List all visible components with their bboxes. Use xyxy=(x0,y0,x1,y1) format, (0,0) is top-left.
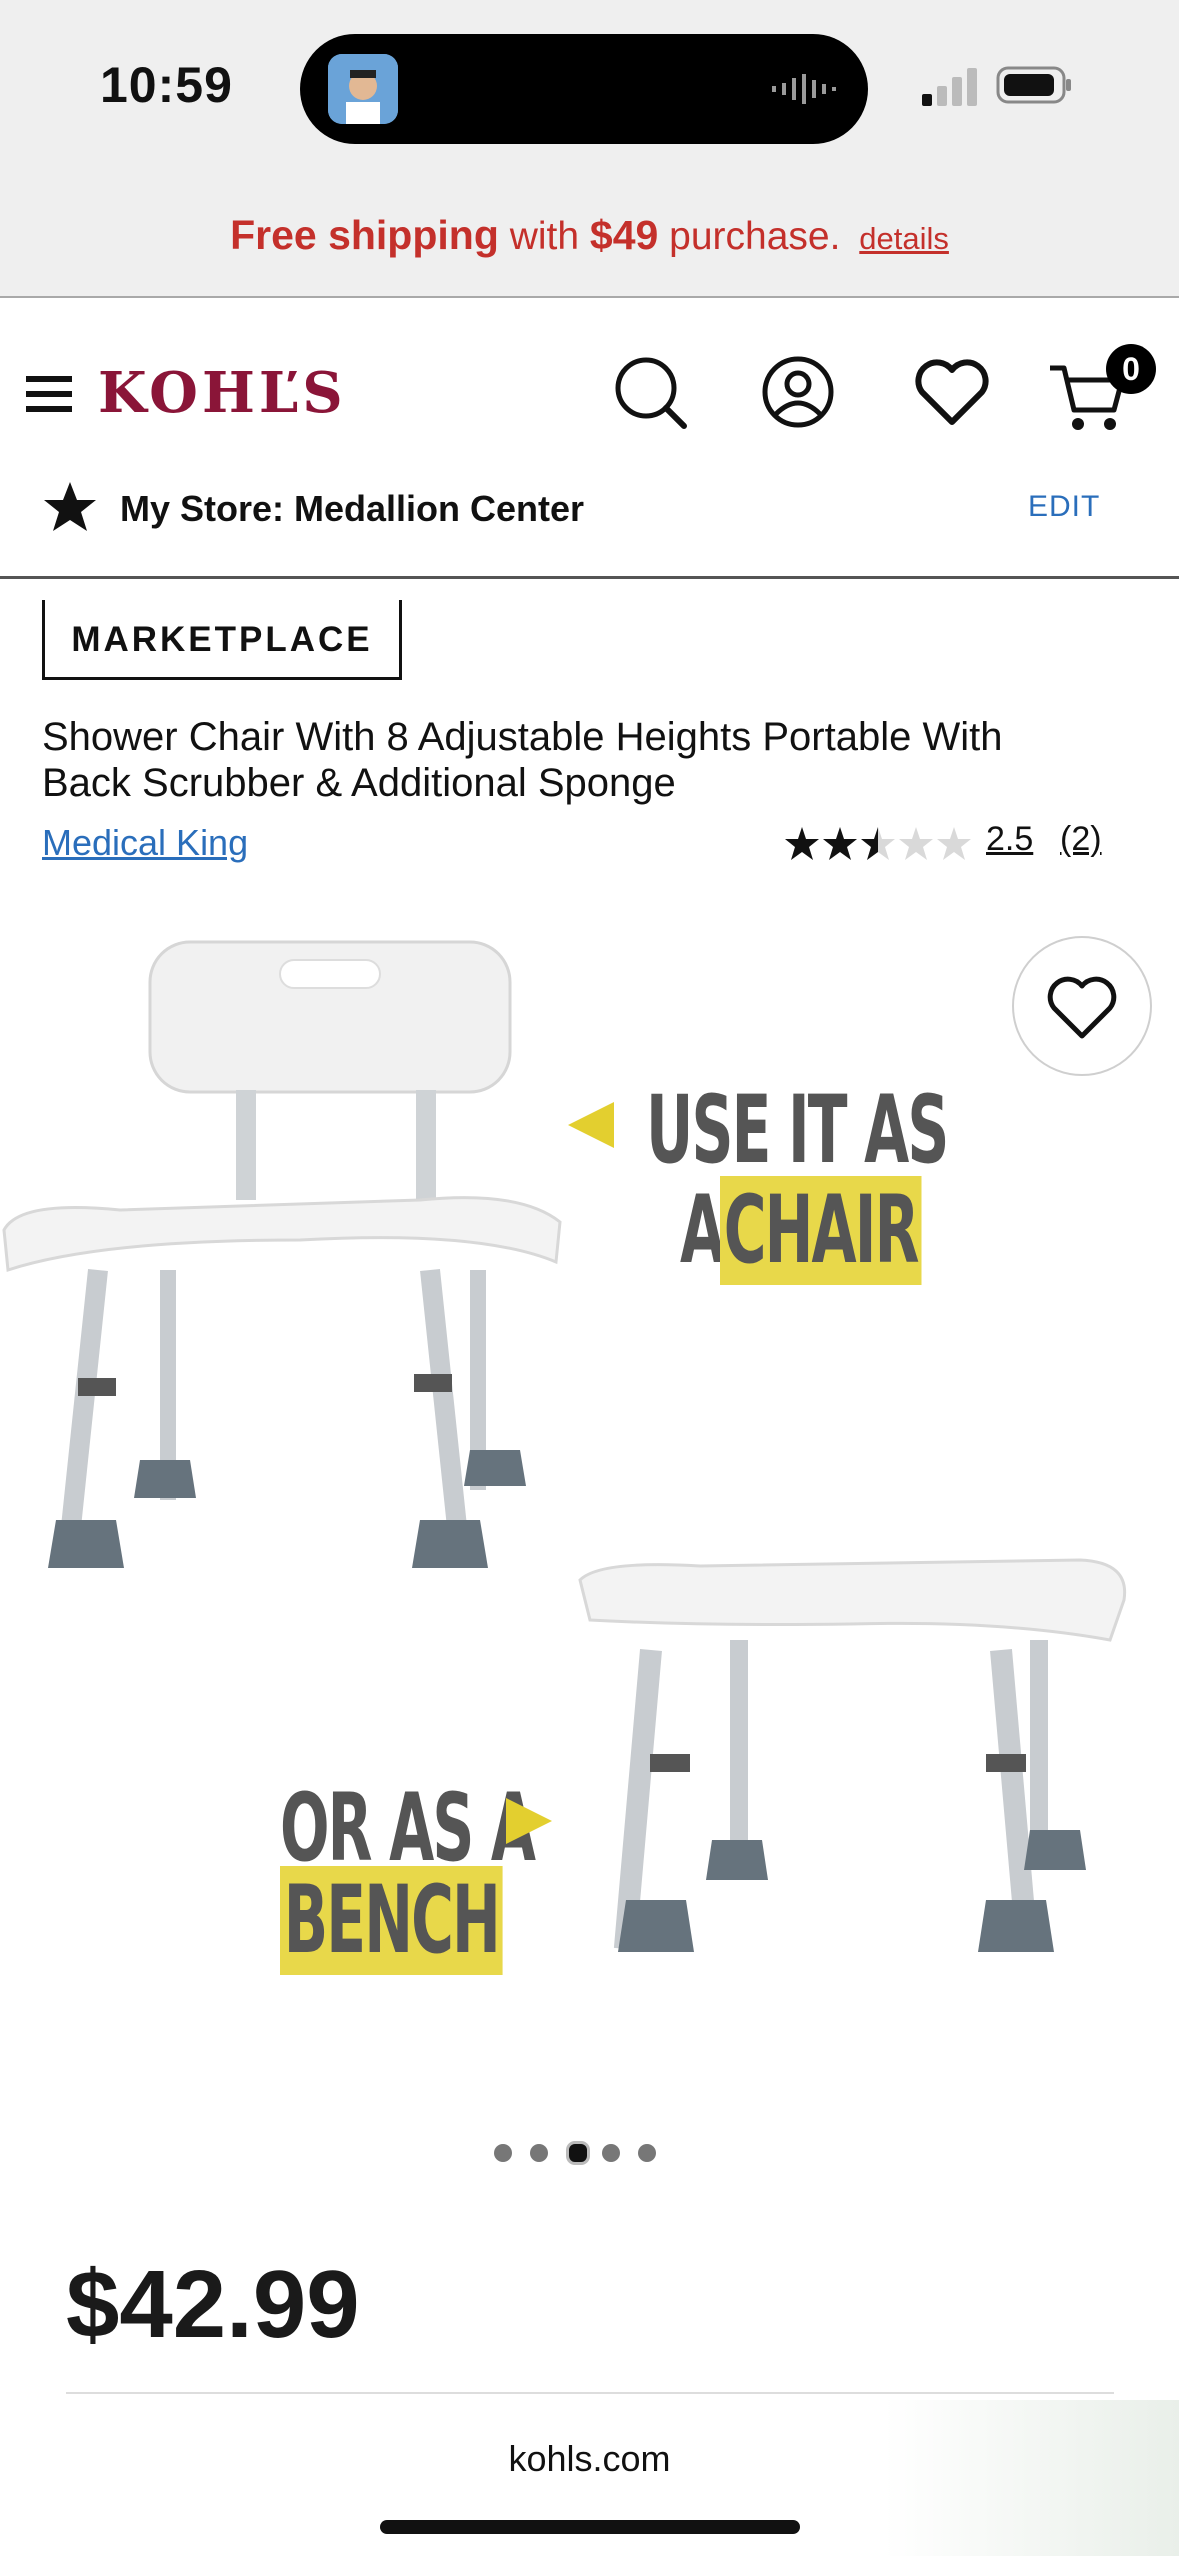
carousel-dot[interactable] xyxy=(530,2144,548,2162)
carousel-dot[interactable] xyxy=(494,2144,512,2162)
caption-use-it-as: USE IT AS xyxy=(646,1076,949,1185)
carousel-dot[interactable] xyxy=(638,2144,656,2162)
caption-chair: CHAIR xyxy=(720,1176,922,1285)
rating-stars[interactable] xyxy=(784,824,980,864)
rating-star-filled xyxy=(861,827,878,860)
marketplace-badge: MARKETPLACE xyxy=(42,600,402,680)
star-icon xyxy=(44,482,96,531)
wishlist-heart-icon[interactable] xyxy=(912,358,992,428)
my-store-row: My Store: Medallion Center EDIT xyxy=(0,458,1179,579)
divider xyxy=(66,2392,1114,2394)
arrow-left-icon xyxy=(568,1102,614,1148)
status-bar: 10:59 xyxy=(0,0,1179,180)
product-image[interactable] xyxy=(0,900,1179,2050)
cart-count-badge[interactable]: 0 xyxy=(1106,344,1156,394)
heart-outline-icon xyxy=(1047,976,1117,1039)
cellular-signal-icon xyxy=(922,68,977,106)
hamburger-menu-icon[interactable] xyxy=(26,374,74,414)
carousel-dots[interactable] xyxy=(494,2141,664,2168)
clock: 10:59 xyxy=(100,57,233,113)
shower-chair-illustration xyxy=(2,940,1127,1952)
carousel-dot-active[interactable] xyxy=(566,2141,590,2165)
edit-store-button[interactable]: EDIT xyxy=(1028,490,1100,524)
live-activity-avatar xyxy=(328,54,398,124)
product-price: $42.99 xyxy=(66,2251,360,2358)
arrow-right-icon xyxy=(506,1798,552,1844)
rating-star-empty xyxy=(937,827,971,860)
browser-address-bar[interactable]: kohls.com xyxy=(0,2400,1179,2556)
audio-wave-icon xyxy=(772,74,836,104)
kohls-logo[interactable]: KOHĽS xyxy=(98,360,347,426)
battery-icon xyxy=(996,66,1071,104)
rating-star-filled xyxy=(823,827,857,860)
promo-text: Free shipping with $49 purchase. details xyxy=(230,212,949,258)
account-icon[interactable] xyxy=(760,354,836,430)
caption-a: A xyxy=(680,1176,725,1285)
carousel-dot[interactable] xyxy=(602,2144,620,2162)
shipping-promo-banner: Free shipping with $49 purchase. details xyxy=(0,180,1179,299)
url-text[interactable]: kohls.com xyxy=(0,2438,1179,2480)
search-icon[interactable] xyxy=(612,354,688,430)
rating-star-filled xyxy=(785,827,819,860)
site-header: KOHĽS 0 xyxy=(0,298,1179,448)
promo-details-link[interactable]: details xyxy=(859,221,949,256)
brand-link[interactable]: Medical King xyxy=(42,822,248,864)
add-to-wishlist-button[interactable] xyxy=(1012,936,1152,1076)
dynamic-island xyxy=(300,34,868,144)
review-count[interactable]: (2) xyxy=(1060,820,1102,859)
home-indicator[interactable] xyxy=(380,2520,800,2534)
my-store-label: My Store: Medallion Center xyxy=(120,488,585,529)
rating-value[interactable]: 2.5 xyxy=(986,820,1033,859)
product-title: Shower Chair With 8 Adjustable Heights P… xyxy=(42,715,1003,805)
caption-bench: BENCH xyxy=(280,1866,503,1975)
rating-star-empty xyxy=(899,827,933,860)
